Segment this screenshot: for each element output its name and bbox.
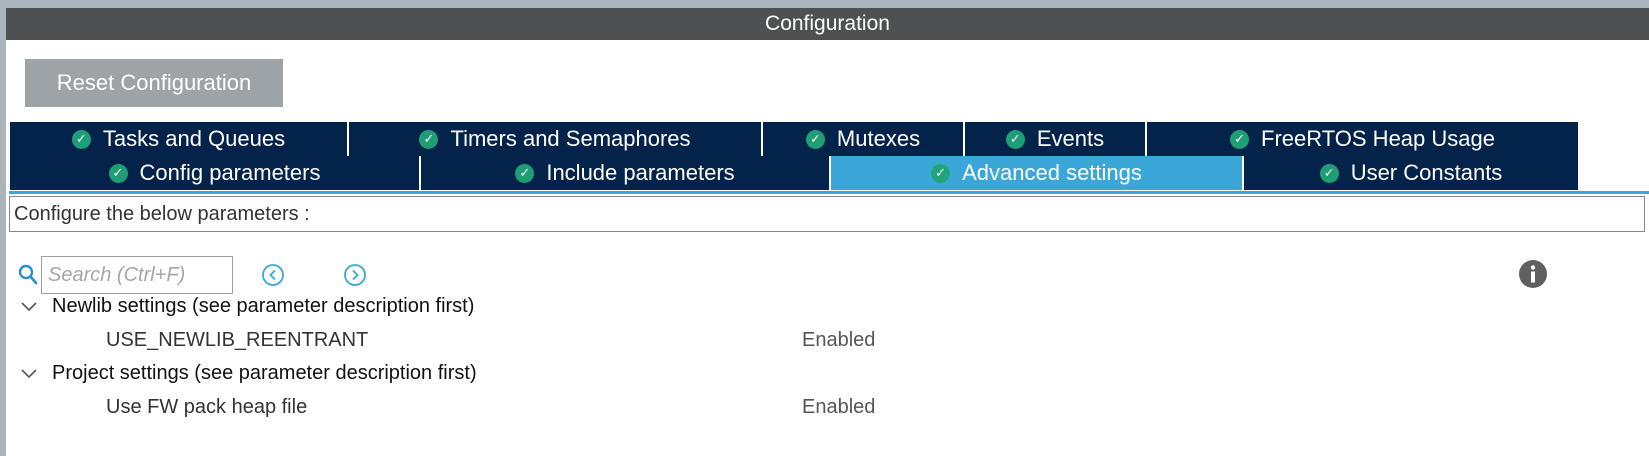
chevron-left-circle-icon[interactable] — [261, 263, 285, 287]
chevron-down-icon[interactable] — [19, 299, 39, 313]
tab-mutexes[interactable]: ✓ Mutexes — [763, 122, 965, 156]
tab-label: User Constants — [1350, 160, 1503, 185]
search-input[interactable] — [41, 256, 233, 294]
param-value[interactable]: Enabled — [802, 396, 875, 419]
check-circle-icon: ✓ — [515, 163, 535, 183]
tab-config-parameters[interactable]: ✓ Config parameters — [10, 156, 421, 190]
group-label: Project settings (see parameter descript… — [52, 361, 477, 384]
check-circle-icon: ✓ — [108, 163, 128, 183]
tab-label: Events — [1036, 126, 1105, 151]
tab-events[interactable]: ✓ Events — [965, 122, 1147, 156]
check-circle-icon: ✓ — [1319, 163, 1339, 183]
active-tab-underline — [9, 191, 1649, 194]
tab-advanced-settings[interactable]: ✓ Advanced settings — [831, 156, 1244, 190]
tab-label: Tasks and Queues — [102, 126, 286, 151]
tab-label: Include parameters — [546, 160, 735, 185]
search-icon[interactable] — [18, 264, 38, 286]
check-circle-icon: ✓ — [419, 129, 439, 149]
tab-include-parameters[interactable]: ✓ Include parameters — [421, 156, 831, 190]
info-icon[interactable] — [1518, 259, 1548, 289]
window-title: Configuration — [6, 8, 1649, 40]
tab-timers-and-semaphores[interactable]: ✓ Timers and Semaphores — [349, 122, 763, 156]
tab-label: Mutexes — [836, 126, 921, 151]
param-name[interactable]: USE_NEWLIB_REENTRANT — [106, 329, 368, 352]
tab-tasks-and-queues[interactable]: ✓ Tasks and Queues — [10, 122, 349, 156]
check-circle-icon: ✓ — [1005, 129, 1025, 149]
reset-configuration-button[interactable]: Reset Configuration — [25, 59, 283, 107]
group-newlib-settings[interactable]: Newlib settings (see parameter descripti… — [19, 292, 474, 320]
tab-label: Timers and Semaphores — [450, 126, 691, 151]
tab-row-2: ✓ Config parameters ✓ Include parameters… — [10, 156, 1578, 190]
tab-label: Config parameters — [139, 160, 321, 185]
param-name[interactable]: Use FW pack heap file — [106, 396, 307, 419]
check-circle-icon: ✓ — [1230, 129, 1250, 149]
check-circle-icon: ✓ — [931, 163, 951, 183]
chevron-down-icon[interactable] — [19, 366, 39, 380]
group-project-settings[interactable]: Project settings (see parameter descript… — [19, 359, 477, 387]
description-text: Configure the below parameters : — [9, 196, 1645, 232]
tab-label: FreeRTOS Heap Usage — [1261, 126, 1495, 151]
param-value[interactable]: Enabled — [802, 329, 875, 352]
tab-freertos-heap-usage[interactable]: ✓ FreeRTOS Heap Usage — [1147, 122, 1578, 156]
chevron-right-circle-icon[interactable] — [343, 263, 367, 287]
tab-label: Advanced settings — [962, 160, 1142, 185]
tab-row-1: ✓ Tasks and Queues ✓ Timers and Semaphor… — [10, 122, 1578, 156]
check-circle-icon: ✓ — [805, 129, 825, 149]
check-circle-icon: ✓ — [71, 129, 91, 149]
tab-user-constants[interactable]: ✓ User Constants — [1244, 156, 1578, 190]
group-label: Newlib settings (see parameter descripti… — [52, 294, 475, 317]
configuration-panel: Configuration Reset Configuration ✓ Task… — [6, 8, 1649, 456]
